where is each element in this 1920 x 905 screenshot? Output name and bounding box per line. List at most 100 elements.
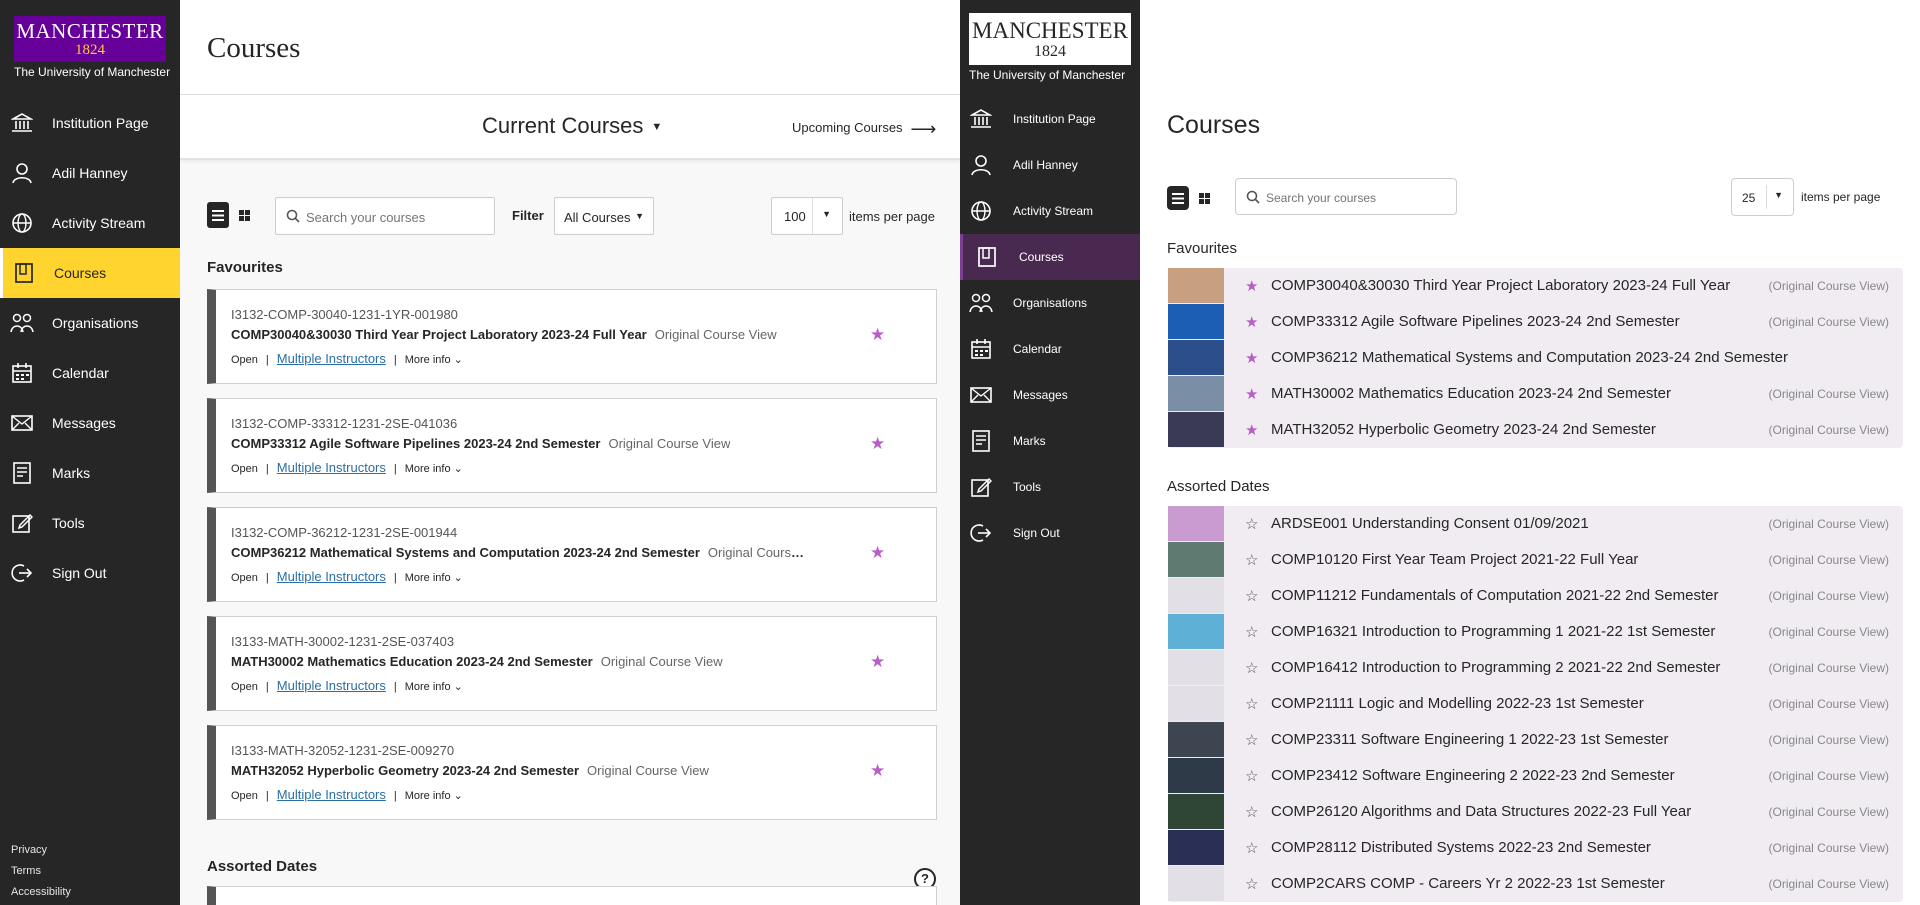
- course-card[interactable]: I3132-COMP-33312-1231-2SE-041036 COMP3331…: [207, 398, 937, 493]
- nav-item-adil-hanney[interactable]: Adil Hanney: [960, 142, 1140, 188]
- favourite-star-icon[interactable]: ★: [1245, 421, 1258, 439]
- course-name[interactable]: COMP26120 Algorithms and Data Structures…: [1271, 803, 1691, 820]
- course-name[interactable]: MATH30002 Mathematics Education 2023-24 …: [1271, 385, 1671, 402]
- accessibility-link[interactable]: Accessibility: [11, 882, 71, 903]
- course-title[interactable]: MATH32052 Hyperbolic Geometry 2023-24 2n…: [231, 763, 579, 778]
- grid-view-button[interactable]: [233, 202, 255, 228]
- nav-item-activity-stream[interactable]: Activity Stream: [0, 198, 180, 248]
- course-row[interactable]: ☆ COMP26120 Algorithms and Data Structure…: [1168, 794, 1903, 830]
- per-page-select[interactable]: 100 ▼: [771, 197, 843, 235]
- course-name[interactable]: COMP36212 Mathematical Systems and Compu…: [1271, 349, 1788, 366]
- favourite-star-icon[interactable]: ★: [1245, 313, 1258, 331]
- course-card[interactable]: I3133-MATH-32052-1231-2SE-009270 MATH3205…: [207, 725, 937, 820]
- term-selector[interactable]: Current Courses ▼: [482, 113, 662, 139]
- nav-item-organisations[interactable]: Organisations: [0, 298, 180, 348]
- course-name[interactable]: MATH32052 Hyperbolic Geometry 2023-24 2n…: [1271, 421, 1656, 438]
- nav-item-sign-out[interactable]: Sign Out: [960, 510, 1140, 556]
- upcoming-courses-link[interactable]: Upcoming Courses ⟶: [792, 119, 936, 140]
- per-page-select[interactable]: 25 ▼: [1731, 178, 1794, 216]
- favourite-star-icon[interactable]: ★: [1245, 277, 1258, 295]
- course-name[interactable]: COMP2CARS COMP - Careers Yr 2 2022-23 1s…: [1271, 875, 1665, 892]
- more-info-toggle[interactable]: More info ⌄: [405, 790, 463, 802]
- course-row[interactable]: ☆ ARDSE001 Understanding Consent 01/09/20…: [1168, 506, 1903, 542]
- nav-item-institution-page[interactable]: Institution Page: [0, 98, 180, 148]
- favourite-star-icon[interactable]: ☆: [1245, 767, 1258, 785]
- list-view-button[interactable]: [1167, 186, 1189, 210]
- course-row[interactable]: ☆ COMP10120 First Year Team Project 2021-…: [1168, 542, 1903, 578]
- course-row[interactable]: ★ MATH32052 Hyperbolic Geometry 2023-24 2…: [1168, 412, 1903, 448]
- favourite-star-icon[interactable]: ★: [870, 325, 885, 345]
- nav-item-calendar[interactable]: Calendar: [960, 326, 1140, 372]
- privacy-link[interactable]: Privacy: [11, 840, 71, 861]
- nav-item-tools[interactable]: Tools: [960, 464, 1140, 510]
- course-card[interactable]: [207, 886, 937, 905]
- favourite-star-icon[interactable]: ☆: [1245, 875, 1258, 893]
- more-info-toggle[interactable]: More info ⌄: [405, 681, 463, 693]
- course-row[interactable]: ☆ COMP21111 Logic and Modelling 2022-23 1…: [1168, 686, 1903, 722]
- course-card[interactable]: I3133-MATH-30002-1231-2SE-037403 MATH3000…: [207, 616, 937, 711]
- course-row[interactable]: ★ COMP33312 Agile Software Pipelines 2023…: [1168, 304, 1903, 340]
- course-row[interactable]: ☆ COMP11212 Fundamentals of Computation 2…: [1168, 578, 1903, 614]
- course-name[interactable]: COMP23412 Software Engineering 2 2022-23…: [1271, 767, 1675, 784]
- course-row[interactable]: ★ MATH30002 Mathematics Education 2023-24…: [1168, 376, 1903, 412]
- course-name[interactable]: COMP10120 First Year Team Project 2021-2…: [1271, 551, 1638, 568]
- university-logo[interactable]: MANCHESTER 1824: [14, 16, 166, 62]
- course-name[interactable]: COMP28112 Distributed Systems 2022-23 2n…: [1271, 839, 1651, 856]
- more-info-toggle[interactable]: More info ⌄: [405, 354, 463, 366]
- instructors-link[interactable]: Multiple Instructors: [277, 569, 386, 584]
- favourite-star-icon[interactable]: ★: [1245, 385, 1258, 403]
- course-card[interactable]: I3132-COMP-36212-1231-2SE-001944 COMP3621…: [207, 507, 937, 602]
- nav-item-activity-stream[interactable]: Activity Stream: [960, 188, 1140, 234]
- course-title[interactable]: COMP36212 Mathematical Systems and Compu…: [231, 545, 700, 560]
- course-search[interactable]: [1235, 178, 1457, 215]
- more-info-toggle[interactable]: More info ⌄: [405, 463, 463, 475]
- nav-item-marks[interactable]: Marks: [0, 448, 180, 498]
- favourite-star-icon[interactable]: ☆: [1245, 659, 1258, 677]
- instructors-link[interactable]: Multiple Instructors: [277, 787, 386, 802]
- filter-select[interactable]: All Courses ▼: [554, 197, 654, 235]
- course-name[interactable]: COMP11212 Fundamentals of Computation 20…: [1271, 587, 1718, 604]
- course-row[interactable]: ☆ COMP2CARS COMP - Careers Yr 2 2022-23 1…: [1168, 866, 1903, 902]
- favourite-star-icon[interactable]: ☆: [1245, 731, 1258, 749]
- course-card[interactable]: I3132-COMP-30040-1231-1YR-001980 COMP3004…: [207, 289, 937, 384]
- nav-item-courses[interactable]: Courses: [960, 234, 1140, 280]
- nav-item-courses[interactable]: Courses: [0, 248, 180, 298]
- nav-item-calendar[interactable]: Calendar: [0, 348, 180, 398]
- nav-item-tools[interactable]: Tools: [0, 498, 180, 548]
- favourite-star-icon[interactable]: ☆: [1245, 587, 1258, 605]
- course-row[interactable]: ☆ COMP16321 Introduction to Programming 1…: [1168, 614, 1903, 650]
- course-row[interactable]: ☆ COMP23412 Software Engineering 2 2022-2…: [1168, 758, 1903, 794]
- course-row[interactable]: ☆ COMP28112 Distributed Systems 2022-23 2…: [1168, 830, 1903, 866]
- favourite-star-icon[interactable]: ☆: [1245, 803, 1258, 821]
- favourite-star-icon[interactable]: ★: [870, 434, 885, 454]
- nav-item-messages[interactable]: Messages: [960, 372, 1140, 418]
- course-title[interactable]: COMP33312 Agile Software Pipelines 2023-…: [231, 436, 600, 451]
- course-name[interactable]: COMP16321 Introduction to Programming 1 …: [1271, 623, 1715, 640]
- course-row[interactable]: ★ COMP36212 Mathematical Systems and Comp…: [1168, 340, 1903, 376]
- favourite-star-icon[interactable]: ★: [870, 761, 885, 781]
- instructors-link[interactable]: Multiple Instructors: [277, 460, 386, 475]
- course-name[interactable]: COMP16412 Introduction to Programming 2 …: [1271, 659, 1720, 676]
- search-input[interactable]: [1266, 187, 1451, 209]
- nav-item-organisations[interactable]: Organisations: [960, 280, 1140, 326]
- favourite-star-icon[interactable]: ☆: [1245, 695, 1258, 713]
- course-row[interactable]: ☆ COMP16412 Introduction to Programming 2…: [1168, 650, 1903, 686]
- favourite-star-icon[interactable]: ☆: [1245, 839, 1258, 857]
- course-name[interactable]: COMP21111 Logic and Modelling 2022-23 1s…: [1271, 695, 1644, 712]
- course-name[interactable]: COMP30040&30030 Third Year Project Labor…: [1271, 277, 1730, 294]
- favourite-star-icon[interactable]: ★: [1245, 349, 1258, 367]
- more-info-toggle[interactable]: More info ⌄: [405, 572, 463, 584]
- instructors-link[interactable]: Multiple Instructors: [277, 351, 386, 366]
- course-name[interactable]: ARDSE001 Understanding Consent 01/09/202…: [1271, 515, 1589, 532]
- instructors-link[interactable]: Multiple Instructors: [277, 678, 386, 693]
- favourite-star-icon[interactable]: ☆: [1245, 551, 1258, 569]
- list-view-button[interactable]: [207, 202, 229, 228]
- course-title[interactable]: COMP30040&30030 Third Year Project Labor…: [231, 327, 647, 342]
- nav-item-sign-out[interactable]: Sign Out: [0, 548, 180, 598]
- course-row[interactable]: ★ COMP30040&30030 Third Year Project Labo…: [1168, 268, 1903, 304]
- course-name[interactable]: COMP23311 Software Engineering 1 2022-23…: [1271, 731, 1668, 748]
- search-input[interactable]: [306, 206, 486, 228]
- favourite-star-icon[interactable]: ★: [870, 543, 885, 563]
- terms-link[interactable]: Terms: [11, 861, 71, 882]
- grid-view-button[interactable]: [1193, 186, 1215, 210]
